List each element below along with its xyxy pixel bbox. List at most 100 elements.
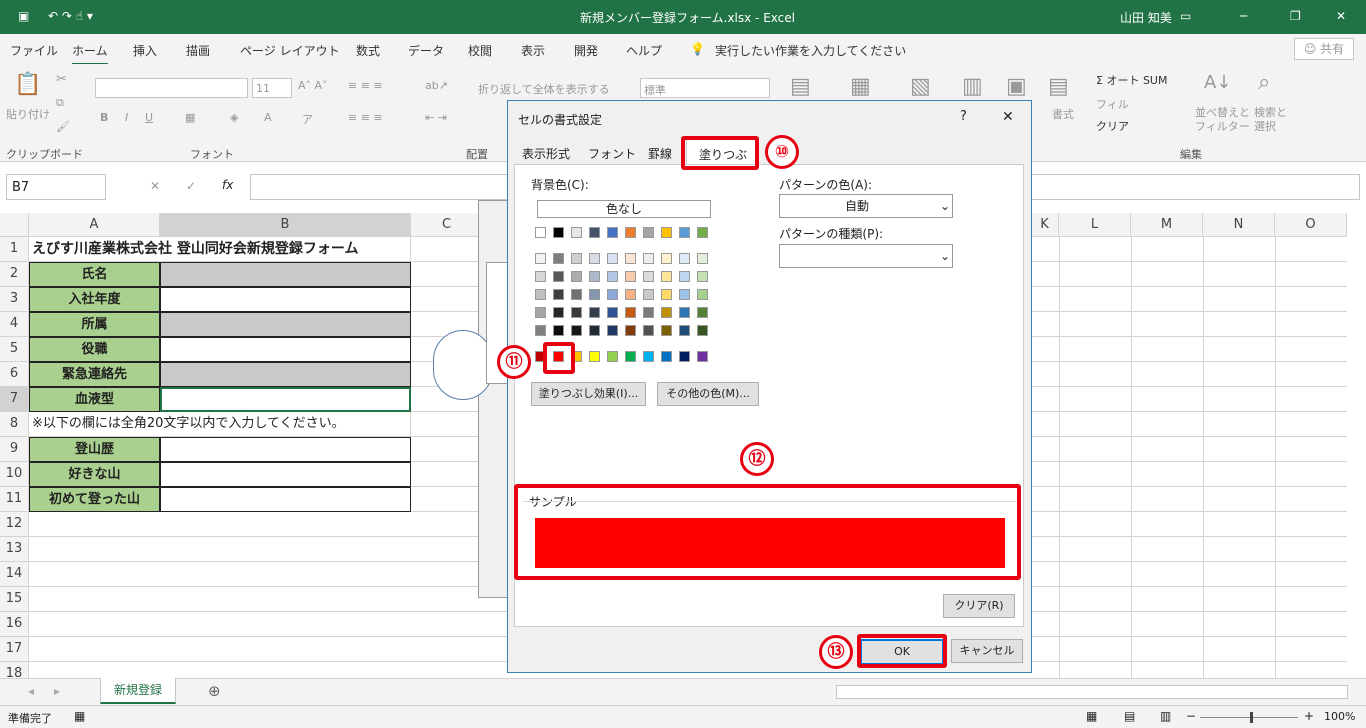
align-left-icon[interactable]: ≡ ≡ ≡ [348,111,383,124]
tab-data[interactable]: データ [408,42,444,59]
row-header[interactable]: 16 [0,612,29,637]
tab-number[interactable]: 表示形式 [522,145,570,162]
zoom-level[interactable]: 100% [1324,710,1355,723]
orientation-icon[interactable]: ab↗ [425,79,448,92]
page-break-view-icon[interactable]: ▥ [1160,709,1171,723]
shade-color-swatch[interactable] [535,307,546,318]
row-header[interactable]: 5 [0,337,29,362]
sort-filter-icon[interactable]: A↓ [1204,72,1231,93]
shade-color-swatch[interactable] [697,289,708,300]
shade-color-swatch[interactable] [679,289,690,300]
shade-color-swatch[interactable] [553,325,564,336]
row-header[interactable]: 2 [0,262,29,287]
shade-color-swatch[interactable] [625,307,636,318]
zoom-out-icon[interactable]: − [1186,709,1196,723]
shade-color-swatch[interactable] [535,289,546,300]
shade-color-swatch[interactable] [553,253,564,264]
insert-cells-icon[interactable]: ▥ [962,74,983,99]
minimize-icon[interactable]: ─ [1240,9,1247,23]
sheet-tab-active[interactable]: 新規登録 [100,678,176,704]
cancel-icon[interactable]: ✕ [150,179,160,193]
input-cell-position[interactable] [160,337,411,362]
row-header[interactable]: 17 [0,637,29,662]
select-all[interactable] [0,213,29,237]
shade-color-swatch[interactable] [589,271,600,282]
font-name-input[interactable] [95,78,248,98]
shade-color-swatch[interactable] [643,271,654,282]
shade-color-swatch[interactable] [643,289,654,300]
tell-me-search[interactable]: 実行したい作業を入力してください [715,42,906,59]
zoom-slider[interactable] [1200,717,1298,718]
copy-icon[interactable]: ⧉ [56,96,64,110]
standard-color-swatch[interactable] [679,351,690,362]
input-cell-climbing-history[interactable] [160,437,411,462]
close-window-icon[interactable]: ✕ [1336,9,1346,23]
shade-color-swatch[interactable] [679,325,690,336]
quick-access-toolbar[interactable]: ↶ ↷ ☝ ▾ [48,9,93,23]
row-header[interactable]: 11 [0,487,29,512]
tab-border[interactable]: 罫線 [648,145,672,162]
input-cell-first-mountain[interactable] [160,487,411,512]
cancel-button[interactable]: キャンセル [951,639,1023,663]
shade-color-swatch[interactable] [553,271,564,282]
label-cell[interactable]: 緊急連絡先 [29,362,160,387]
pattern-style-dropdown[interactable] [779,244,953,268]
row-header[interactable]: 13 [0,537,29,562]
column-header[interactable]: B [160,213,411,237]
user-name[interactable]: 山田 知美 [1120,9,1172,26]
share-button[interactable]: ☺ 共有 [1294,38,1354,60]
shade-color-swatch[interactable] [697,253,708,264]
shade-color-swatch[interactable] [535,325,546,336]
theme-color-swatch[interactable] [643,227,654,238]
standard-color-swatch[interactable] [607,351,618,362]
standard-color-swatch[interactable] [589,351,600,362]
save-icon[interactable]: ▣ [18,9,29,23]
shade-color-swatch[interactable] [589,307,600,318]
sheet-title[interactable]: えびす川産業株式会社 登山同好会新規登録フォーム [29,237,411,262]
clear-button[interactable]: クリア [1096,118,1129,134]
fill-effects-button[interactable]: 塗りつぶし効果(I)... [531,382,646,406]
shade-color-swatch[interactable] [625,271,636,282]
theme-color-swatch[interactable] [697,227,708,238]
sort-filter-label[interactable]: 並べ替えと フィルター [1195,106,1250,134]
table-format-icon[interactable]: ▦ [850,74,871,99]
enter-icon[interactable]: ✓ [186,179,196,193]
cut-icon[interactable]: ✂ [56,72,67,87]
standard-color-swatch[interactable] [697,351,708,362]
label-cell[interactable]: 血液型 [29,387,160,412]
label-cell[interactable]: 入社年度 [29,287,160,312]
format-painter-icon[interactable]: 🖌 [56,120,70,133]
shade-color-swatch[interactable] [607,325,618,336]
shade-color-swatch[interactable] [607,307,618,318]
column-header[interactable]: A [29,213,160,237]
label-cell[interactable]: 所属 [29,312,160,337]
dialog-close-icon[interactable]: ✕ [1002,109,1014,125]
add-sheet-icon[interactable]: ⊕ [208,682,221,700]
font-size-input[interactable]: 11 [252,78,292,98]
shade-color-swatch[interactable] [571,271,582,282]
paste-icon[interactable]: 📋 [14,72,41,97]
tab-developer[interactable]: 開発 [574,42,598,59]
tab-view[interactable]: 表示 [521,42,545,59]
cell-styles-icon[interactable]: ▧ [910,74,931,99]
tab-help[interactable]: ヘルプ [626,42,662,59]
fill-button[interactable]: フィル [1096,96,1129,112]
phonetic-icon[interactable]: ア [302,111,313,127]
shade-color-swatch[interactable] [553,307,564,318]
shade-color-swatch[interactable] [553,289,564,300]
shade-color-swatch[interactable] [625,289,636,300]
shade-color-swatch[interactable] [679,271,690,282]
paste-label[interactable]: 貼り付け [6,106,50,122]
theme-color-swatch[interactable] [679,227,690,238]
name-box[interactable]: B7 [6,174,106,200]
format-label[interactable]: 書式 [1052,106,1074,122]
label-cell[interactable]: 好きな山 [29,462,160,487]
prev-sheet-icon[interactable]: ◂ [28,684,34,698]
shade-color-swatch[interactable] [571,289,582,300]
row-header[interactable]: 12 [0,512,29,537]
shade-color-swatch[interactable] [679,307,690,318]
column-header[interactable]: N [1203,213,1275,237]
note-text[interactable]: ※以下の欄には全角20文字以内で入力してください。 [29,412,411,437]
shade-color-swatch[interactable] [625,253,636,264]
row-header[interactable]: 3 [0,287,29,312]
